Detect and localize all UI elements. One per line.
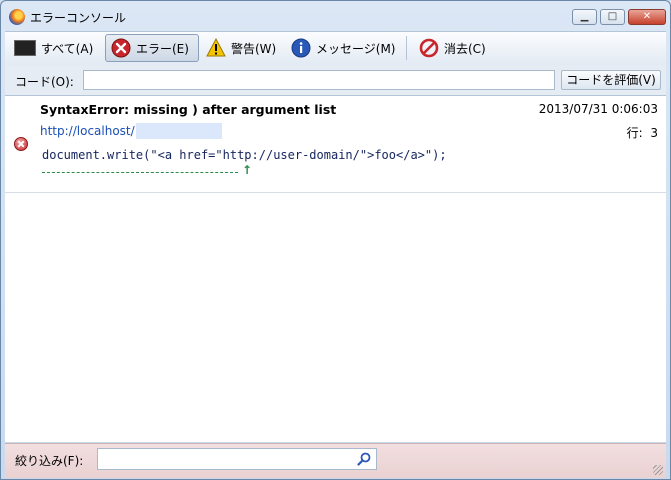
filter-all-button[interactable]: すべて(A)	[9, 34, 98, 62]
minimize-icon: ▁	[580, 11, 589, 22]
filter-messages-button[interactable]: メッセージ(M)	[286, 34, 400, 62]
title-bar[interactable]: エラーコンソール ▁ □ ✕	[1, 1, 670, 31]
resize-grip[interactable]	[653, 465, 663, 475]
code-bar: コード(O): コードを評価(V)	[5, 65, 666, 96]
toolbar: すべて(A) エラー(E) 警告(W) メッセージ(M) 消去(C)	[5, 31, 666, 66]
close-icon: ✕	[642, 11, 652, 22]
maximize-button[interactable]: □	[600, 9, 625, 25]
code-input[interactable]	[83, 70, 555, 90]
filter-all-label: すべて(A)	[41, 41, 94, 56]
minimize-button[interactable]: ▁	[572, 9, 597, 25]
close-button[interactable]: ✕	[628, 9, 666, 25]
firefox-icon	[9, 9, 25, 25]
source-code: document.write("<a href="http://user-dom…	[42, 148, 447, 162]
error-console-window: エラーコンソール ▁ □ ✕ すべて(A) エラー(E) 警告(W) メッセージ…	[0, 0, 671, 480]
error-message: SyntaxError: missing ) after argument li…	[40, 102, 337, 117]
clear-label: 消去(C)	[444, 41, 486, 56]
toolbar-separator	[406, 36, 407, 60]
filter-errors-label: エラー(E)	[136, 41, 189, 56]
source-link[interactable]: http://localhost/	[40, 124, 135, 138]
error-caret: ↑	[242, 163, 253, 177]
source-redaction	[136, 123, 222, 139]
filter-warnings-label: 警告(W)	[231, 41, 277, 56]
clear-button[interactable]: 消去(C)	[414, 34, 491, 62]
error-pointer-line	[42, 172, 238, 173]
timestamp: 2013/07/31 0:06:03	[538, 102, 658, 116]
filter-input[interactable]	[97, 448, 377, 470]
filter-errors-button[interactable]: エラー(E)	[105, 34, 199, 62]
line-value: 3	[650, 126, 658, 140]
message-list[interactable]: SyntaxError: missing ) after argument li…	[5, 96, 666, 442]
info-icon	[291, 38, 311, 58]
window-title: エラーコンソール	[30, 11, 127, 25]
filter-label: 絞り込み(F):	[15, 454, 84, 468]
filter-messages-label: メッセージ(M)	[316, 41, 396, 56]
filter-bar: 絞り込み(F):	[5, 443, 666, 478]
evaluate-code-button[interactable]: コードを評価(V)	[561, 70, 661, 90]
error-icon	[14, 137, 28, 151]
warning-icon	[206, 37, 226, 58]
search-icon	[357, 452, 371, 466]
clear-icon	[419, 38, 439, 58]
error-icon	[111, 38, 131, 58]
line-number: 行: 3	[627, 124, 658, 141]
all-messages-icon	[14, 40, 36, 56]
maximize-icon: □	[607, 11, 618, 22]
list-item[interactable]: SyntaxError: missing ) after argument li…	[5, 96, 666, 193]
code-label: コード(O):	[15, 75, 74, 89]
filter-warnings-button[interactable]: 警告(W)	[201, 34, 281, 62]
line-label: 行:	[626, 126, 643, 140]
